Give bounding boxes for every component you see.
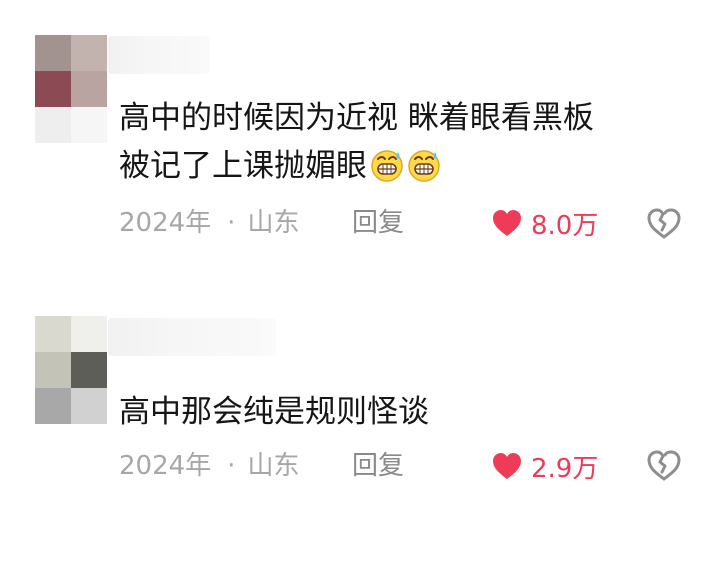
comment-location: 山东 bbox=[247, 208, 300, 238]
reply-button[interactable]: 回复 bbox=[352, 446, 404, 486]
comment-year: 2024年 bbox=[119, 208, 212, 238]
comment-location: 山东 bbox=[247, 451, 300, 481]
like-count: 2.9万 bbox=[531, 453, 599, 484]
grinning-sweat-emoji-icon bbox=[408, 150, 440, 182]
heart-icon bbox=[493, 453, 521, 479]
avatar[interactable] bbox=[35, 35, 107, 143]
comment-text-span: 被记了上课抛媚眼 bbox=[119, 148, 367, 184]
like-button[interactable]: 2.9万 bbox=[491, 446, 598, 486]
comment-meta: 2024年 · 山东 回复 bbox=[119, 203, 404, 243]
comment-text: 高中的时候因为近视 眯着眼看黑板 被记了上课抛媚眼 bbox=[119, 94, 594, 190]
heart-icon bbox=[493, 210, 521, 236]
meta-separator: · bbox=[227, 208, 236, 238]
like-count: 8.0万 bbox=[531, 210, 599, 241]
meta-separator: · bbox=[227, 451, 236, 481]
comment-year: 2024年 bbox=[119, 451, 212, 481]
avatar[interactable] bbox=[35, 316, 107, 424]
grinning-sweat-emoji-icon bbox=[371, 150, 403, 182]
comment-meta: 2024年 · 山东 回复 bbox=[119, 446, 404, 486]
like-button[interactable]: 8.0万 bbox=[491, 203, 598, 243]
username[interactable] bbox=[108, 318, 276, 356]
comment-text-line: 高中那会纯是规则怪谈 bbox=[119, 394, 429, 430]
comment-text-line: 高中的时候因为近视 眯着眼看黑板 bbox=[119, 100, 594, 136]
broken-heart-icon[interactable] bbox=[646, 448, 682, 484]
comment-text: 高中那会纯是规则怪谈 bbox=[119, 388, 429, 436]
reply-button[interactable]: 回复 bbox=[352, 203, 404, 243]
comment-text-line: 被记了上课抛媚眼 bbox=[119, 142, 594, 190]
broken-heart-icon[interactable] bbox=[646, 206, 682, 242]
username[interactable] bbox=[108, 36, 210, 74]
